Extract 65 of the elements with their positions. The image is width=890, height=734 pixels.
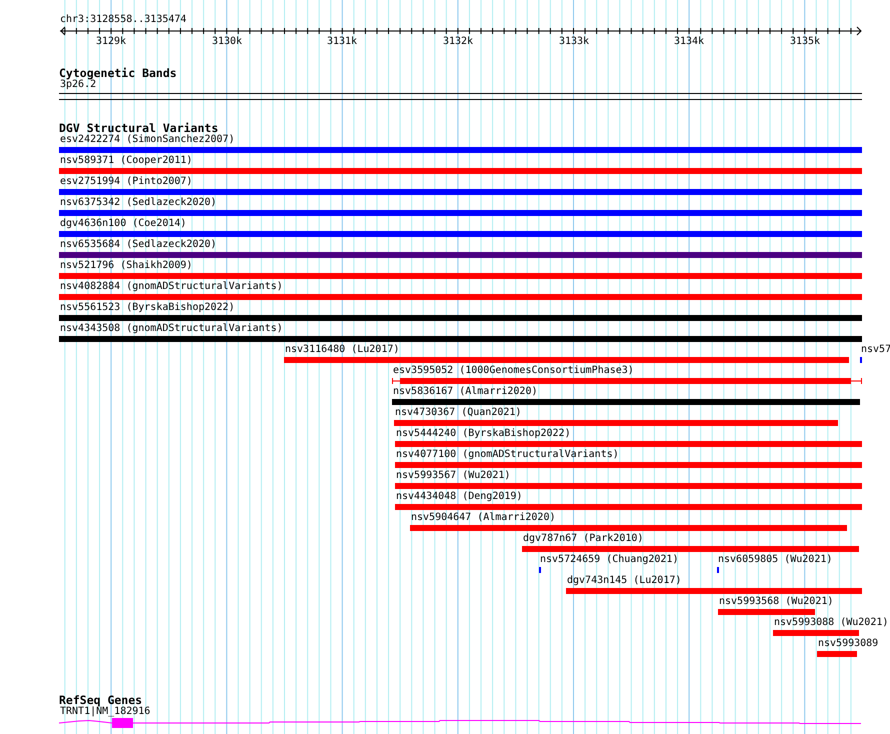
feature-label: nsv4082884 (gnomADStructuralVariants) — [60, 281, 283, 293]
variant-bar[interactable] — [59, 294, 862, 300]
variant-bar[interactable] — [395, 462, 862, 468]
feature-label: nsv5993567 (Wu2021) — [396, 470, 510, 482]
tick-label: 3130k — [212, 36, 242, 48]
feature-label: nsv5724659 (Chuang2021) — [540, 554, 678, 566]
variant-bar[interactable] — [394, 420, 838, 426]
feature-label: esv2422274 (SimonSanchez2007) — [60, 134, 235, 146]
tick-label: 3133k — [558, 36, 590, 48]
gene-drawing[interactable] — [59, 718, 863, 730]
feature-label: nsv57 — [861, 344, 890, 356]
tick-label: 3132k — [442, 36, 474, 48]
feature-label: esv2751994 (Pinto2007) — [60, 176, 192, 188]
variant-bar[interactable] — [817, 651, 857, 657]
feature-label: nsv5993568 (Wu2021) — [719, 596, 834, 608]
feature-label: dgv743n145 (Lu2017) — [567, 575, 682, 587]
feature-label: nsv6375342 (Sedlazeck2020) — [60, 197, 217, 209]
feature-label: esv3595052 (1000GenomesConsortiumPhase3) — [393, 365, 634, 377]
variant-bar[interactable] — [395, 441, 862, 447]
feature-label: nsv521796 (Shaikh2009) — [60, 260, 192, 272]
variant-range[interactable] — [392, 377, 862, 385]
variant-bar[interactable] — [59, 147, 862, 153]
variant-bar[interactable] — [59, 189, 862, 195]
feature-label: nsv5561523 (ByrskaBishop2022) — [60, 302, 235, 314]
variant-bar[interactable] — [59, 336, 862, 342]
feature-label: nsv5993089 — [818, 638, 878, 650]
tick-label: 3131k — [326, 36, 358, 48]
feature-label: nsv5904647 (Almarri2020) — [411, 512, 556, 524]
variant-bar[interactable] — [522, 546, 859, 552]
variant-bar[interactable] — [59, 315, 862, 321]
track-title: DGV Structural Variants — [59, 122, 218, 134]
variant-bar[interactable] — [59, 273, 862, 279]
variant-bar[interactable] — [718, 609, 815, 615]
feature-label: nsv4434048 (Deng2019) — [396, 491, 522, 503]
gene-label: TRNT1|NM_182916 — [60, 706, 150, 718]
track-title: RefSeq Genes — [59, 694, 142, 706]
feature-label: nsv589371 (Cooper2011) — [60, 155, 192, 167]
variant-bar[interactable] — [773, 630, 859, 636]
tick-label: 3135k — [790, 36, 820, 48]
track-title: Cytogenetic Bands — [59, 67, 177, 79]
variant-bar[interactable] — [566, 588, 862, 594]
variant-bar[interactable] — [284, 357, 849, 363]
feature-label: dgv4636n100 (Coe2014) — [60, 218, 186, 230]
variant-bar[interactable] — [395, 483, 862, 489]
band-label: 3p26.2 — [60, 79, 96, 91]
feature-label: nsv6059805 (Wu2021) — [718, 554, 832, 566]
tick-label: 3129k — [96, 36, 126, 48]
feature-label: nsv3116480 (Lu2017) — [285, 344, 400, 356]
feature-label: nsv4077100 (gnomADStructuralVariants) — [396, 449, 619, 461]
feature-label: nsv5993088 (Wu2021) — [774, 617, 888, 629]
tick-label: 3134k — [674, 36, 704, 48]
feature-label: nsv6535684 (Sedlazeck2020) — [60, 239, 217, 251]
variant-bar[interactable] — [59, 210, 862, 216]
variant-bar[interactable] — [410, 525, 847, 531]
variant-bar[interactable] — [59, 168, 862, 174]
variant-bar[interactable] — [59, 231, 862, 237]
variant-bar[interactable] — [395, 504, 862, 510]
location-label: chr3:3128558..3135474 — [60, 14, 186, 26]
variant-bar[interactable] — [392, 399, 860, 405]
feature-label: nsv4343508 (gnomADStructuralVariants) — [60, 323, 283, 335]
feature-label: nsv4730367 (Quan2021) — [395, 407, 522, 419]
feature-label: dgv787n67 (Park2010) — [523, 533, 644, 545]
variant-bar[interactable] — [59, 252, 862, 258]
feature-label: nsv5836167 (Almarri2020) — [393, 386, 538, 398]
feature-label: nsv5444240 (ByrskaBishop2022) — [396, 428, 571, 440]
